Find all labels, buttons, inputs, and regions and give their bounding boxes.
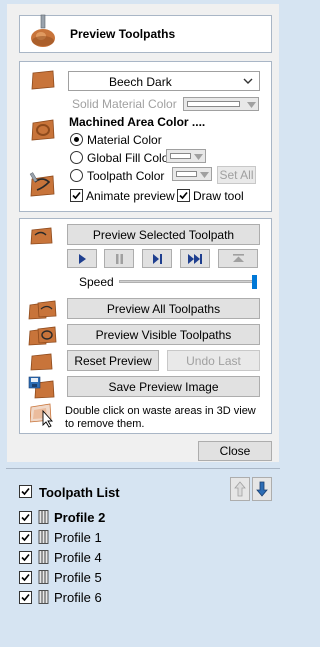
waste-hint-line2: to remove them. — [65, 418, 145, 430]
material-box: Beech Dark Solid Material Color Machined… — [19, 61, 272, 212]
global-fill-color-label: Global Fill Color — [87, 151, 173, 165]
reset-preview-icon — [30, 353, 53, 371]
speed-slider[interactable] — [119, 273, 261, 291]
preview-visible-icon — [28, 326, 57, 346]
material-block-icon — [31, 70, 55, 90]
toolpath-list-item[interactable]: Profile 6 — [54, 590, 102, 605]
toolpath-visible-checkbox[interactable] — [19, 551, 32, 564]
preview-all-toolpaths-button[interactable]: Preview All Toolpaths — [67, 298, 260, 319]
toolpath-list-item[interactable]: Profile 2 — [54, 510, 105, 525]
arrow-up-icon — [234, 481, 246, 497]
toolpath-list-title: Toolpath List — [39, 485, 120, 500]
chevron-down-icon — [200, 172, 209, 178]
preview-selected-icon — [30, 227, 53, 245]
profile-toolpath-icon — [38, 590, 49, 604]
animate-preview-checkbox[interactable] — [70, 189, 83, 202]
set-all-button[interactable]: Set All — [217, 166, 256, 184]
draw-tool-label: Draw tool — [193, 189, 244, 203]
speed-slider-track — [119, 280, 257, 283]
material-color-radio[interactable] — [70, 133, 83, 146]
speed-label: Speed — [79, 275, 114, 289]
chevron-down-icon — [247, 102, 256, 108]
profile-toolpath-icon — [38, 510, 49, 524]
move-down-button[interactable] — [252, 477, 272, 501]
preview-selected-toolpath-button[interactable]: Preview Selected Toolpath — [67, 224, 260, 245]
profile-toolpath-icon — [38, 530, 49, 544]
toolpath-list-toggle-checkbox[interactable] — [19, 485, 32, 498]
toolpath-tool-icon — [31, 14, 55, 47]
profile-toolpath-icon — [38, 570, 49, 584]
undo-last-button[interactable]: Undo Last — [167, 350, 260, 371]
header-box: Preview Toolpaths — [19, 14, 272, 53]
solid-material-color-label: Solid Material Color — [72, 97, 177, 111]
animate-preview-label: Animate preview — [86, 189, 175, 203]
global-fill-color-radio[interactable] — [70, 151, 83, 164]
toolpath-visible-checkbox[interactable] — [19, 531, 32, 544]
play-button[interactable] — [67, 249, 97, 268]
chevron-down-icon — [194, 154, 203, 160]
toolpath-color-radio[interactable] — [70, 169, 83, 182]
speed-slider-thumb[interactable] — [252, 275, 257, 289]
toolpath-color-label: Toolpath Color — [87, 169, 165, 183]
toolpath-visible-checkbox[interactable] — [19, 511, 32, 524]
save-preview-image-button[interactable]: Save Preview Image — [67, 376, 260, 397]
chevron-down-icon — [243, 78, 253, 84]
step-forward-icon — [152, 253, 162, 264]
toolpath-visible-checkbox[interactable] — [19, 591, 32, 604]
toolpath-list-item[interactable]: Profile 4 — [54, 550, 102, 565]
solid-material-color-picker[interactable] — [183, 97, 259, 111]
global-fill-color-picker[interactable] — [166, 149, 206, 163]
stop-button[interactable] — [218, 249, 258, 268]
material-select[interactable]: Beech Dark — [68, 71, 260, 91]
toolpath-list-item[interactable]: Profile 1 — [54, 530, 102, 545]
draw-tool-checkbox[interactable] — [177, 189, 190, 202]
skip-to-end-button[interactable] — [180, 249, 210, 268]
toolpath-color-picker[interactable] — [172, 167, 212, 181]
profile-toolpath-icon — [38, 550, 49, 564]
save-image-icon — [28, 376, 55, 399]
pause-icon — [115, 253, 123, 264]
machined-area-icon — [31, 119, 55, 141]
panel-divider — [6, 468, 280, 469]
machined-area-title: Machined Area Color .... — [69, 115, 206, 129]
move-up-button[interactable] — [230, 477, 250, 501]
waste-click-icon — [30, 403, 54, 428]
fast-forward-icon — [187, 253, 202, 264]
page-title: Preview Toolpaths — [70, 27, 176, 41]
material-select-value: Beech Dark — [109, 75, 172, 89]
preview-visible-toolpaths-button[interactable]: Preview Visible Toolpaths — [67, 324, 260, 345]
close-button[interactable]: Close — [198, 441, 272, 461]
step-forward-button[interactable] — [142, 249, 172, 268]
pause-button[interactable] — [104, 249, 134, 268]
play-icon — [78, 253, 86, 264]
preview-all-icon — [28, 300, 57, 320]
arrow-down-icon — [256, 481, 268, 497]
preview-controls-box: Preview Selected Toolpath Speed Preview … — [19, 218, 272, 434]
waste-hint-line1: Double click on waste areas in 3D view — [65, 405, 256, 417]
toolpath-visible-checkbox[interactable] — [19, 571, 32, 584]
toolpath-list-item[interactable]: Profile 5 — [54, 570, 102, 585]
reset-preview-button[interactable]: Reset Preview — [67, 350, 159, 371]
toolpath-color-icon — [29, 172, 55, 197]
eject-icon — [232, 253, 244, 262]
material-color-label: Material Color — [87, 133, 162, 147]
